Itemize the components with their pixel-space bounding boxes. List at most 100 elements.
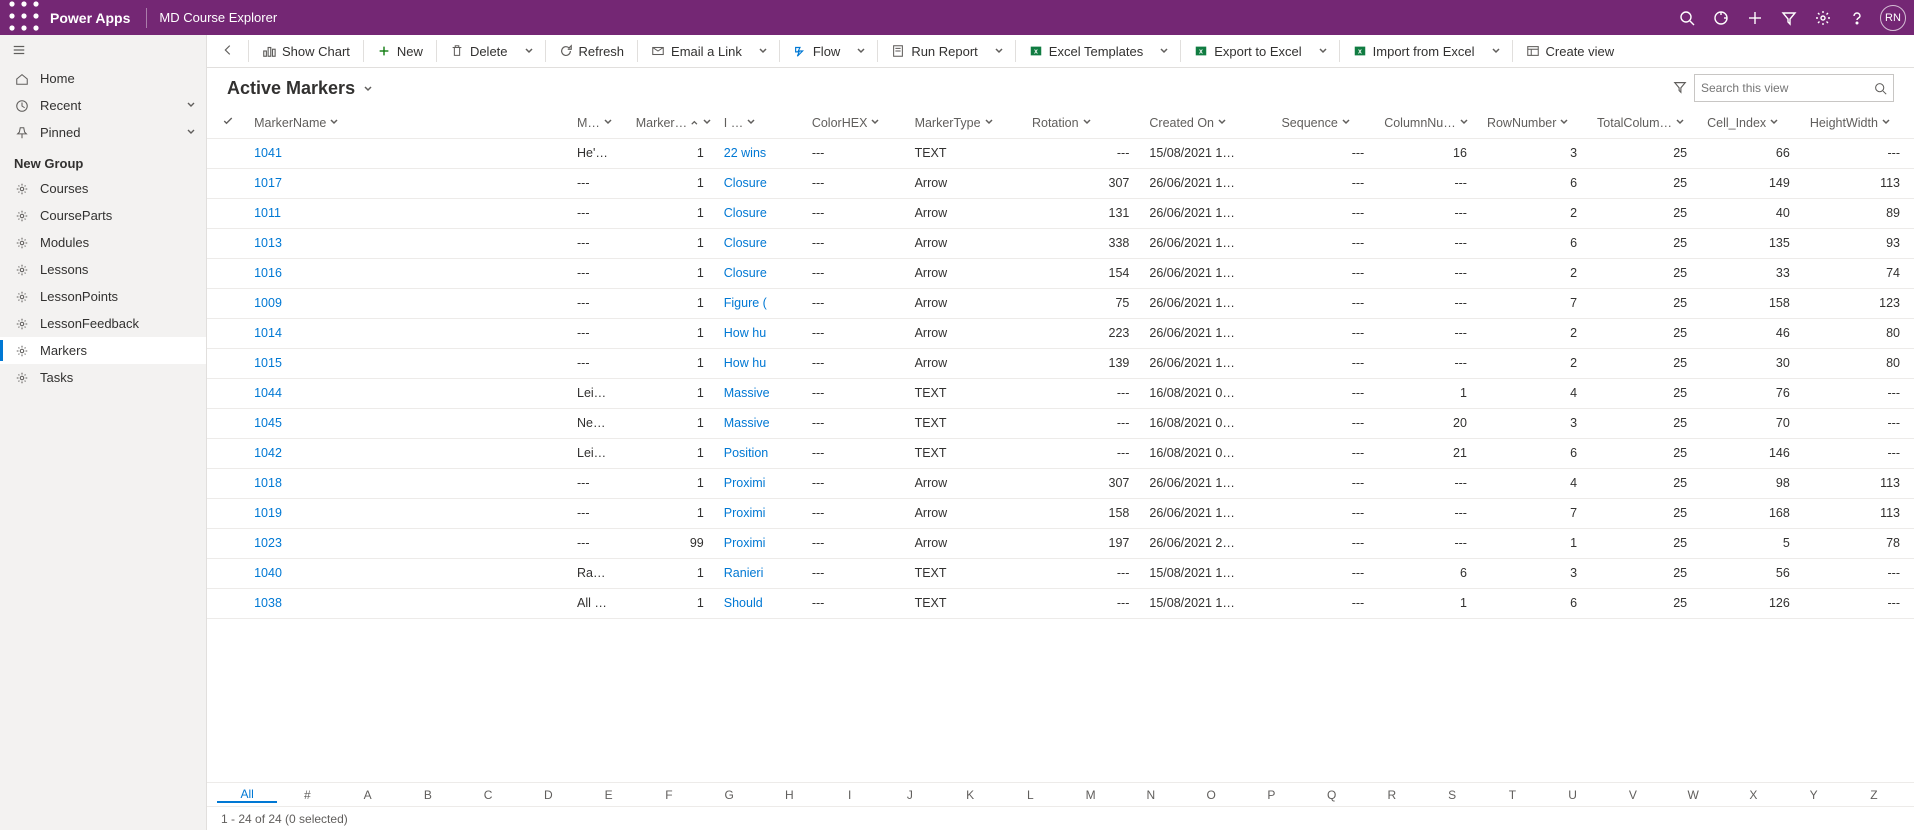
table-row[interactable]: 1038 All … 1 Should --- TEXT --- 15/08/2… [207,588,1914,618]
show-chart-button[interactable]: Show Chart [254,36,358,66]
run-report-button[interactable]: Run Report [883,36,985,66]
table-row[interactable]: 1023 --- 99 Proximi --- Arrow 197 26/06/… [207,528,1914,558]
report-dropdown[interactable] [988,44,1010,59]
alpha-filter-y[interactable]: Y [1784,788,1844,802]
table-row[interactable]: 1016 --- 1 Closure --- Arrow 154 26/06/2… [207,258,1914,288]
marker-link-cell[interactable]: Position [718,438,806,468]
column-header[interactable]: TotalColum… [1591,108,1701,138]
marker-name-cell[interactable]: 1013 [248,228,571,258]
table-row[interactable]: 1018 --- 1 Proximi --- Arrow 307 26/06/2… [207,468,1914,498]
table-row[interactable]: 1045 Ne… 1 Massive --- TEXT --- 16/08/20… [207,408,1914,438]
marker-name-cell[interactable]: 1038 [248,588,571,618]
marker-link-cell[interactable]: Figure ( [718,288,806,318]
sidebar-item-markers[interactable]: Markers [0,337,206,364]
row-checkbox[interactable] [207,588,248,618]
alpha-filter-t[interactable]: T [1482,788,1542,802]
sidebar-item-modules[interactable]: Modules [0,229,206,256]
table-row[interactable]: 1013 --- 1 Closure --- Arrow 338 26/06/2… [207,228,1914,258]
marker-link-cell[interactable]: Massive [718,378,806,408]
marker-name-cell[interactable]: 1042 [248,438,571,468]
alpha-filter-k[interactable]: K [940,788,1000,802]
alpha-filter-r[interactable]: R [1362,788,1422,802]
row-checkbox[interactable] [207,468,248,498]
table-row[interactable]: 1017 --- 1 Closure --- Arrow 307 26/06/2… [207,168,1914,198]
email-link-button[interactable]: Email a Link [643,36,750,66]
marker-name-cell[interactable]: 1045 [248,408,571,438]
alpha-filter-all[interactable]: All [217,787,277,803]
alpha-filter-w[interactable]: W [1663,788,1723,802]
marker-link-cell[interactable]: Closure [718,168,806,198]
user-avatar[interactable]: RN [1880,5,1906,31]
row-checkbox[interactable] [207,558,248,588]
filter-icon[interactable] [1772,1,1806,35]
column-header[interactable]: ColumnNu… [1378,108,1481,138]
marker-link-cell[interactable]: Proximi [718,528,806,558]
sidebar-item-courseparts[interactable]: CourseParts [0,202,206,229]
column-header[interactable]: Sequence [1275,108,1378,138]
column-header[interactable]: MarkerType [909,108,1026,138]
marker-link-cell[interactable]: Closure [718,228,806,258]
export-excel-button[interactable]: xExport to Excel [1186,36,1309,66]
marker-name-cell[interactable]: 1023 [248,528,571,558]
marker-link-cell[interactable]: Closure [718,258,806,288]
excel-templates-button[interactable]: xExcel Templates [1021,36,1151,66]
import-excel-button[interactable]: xImport from Excel [1345,36,1483,66]
import-dropdown[interactable] [1485,44,1507,59]
flow-dropdown[interactable] [850,44,872,59]
column-header[interactable]: Cell_Index [1701,108,1804,138]
alpha-filter-i[interactable]: I [820,788,880,802]
marker-link-cell[interactable]: Proximi [718,498,806,528]
sidebar-item-lessonfeedback[interactable]: LessonFeedback [0,310,206,337]
marker-name-cell[interactable]: 1018 [248,468,571,498]
alpha-filter-v[interactable]: V [1603,788,1663,802]
delete-button[interactable]: Delete [442,36,516,66]
sidebar-item-lessonpoints[interactable]: LessonPoints [0,283,206,310]
new-button[interactable]: New [369,36,431,66]
alpha-filter-d[interactable]: D [518,788,578,802]
refresh-button[interactable]: Refresh [551,36,633,66]
alpha-filter-f[interactable]: F [639,788,699,802]
settings-icon[interactable] [1806,1,1840,35]
alpha-filter-p[interactable]: P [1241,788,1301,802]
table-row[interactable]: 1042 Lei… 1 Position --- TEXT --- 16/08/… [207,438,1914,468]
row-checkbox[interactable] [207,528,248,558]
row-checkbox[interactable] [207,438,248,468]
sidebar-item-recent[interactable]: Recent [0,92,206,119]
table-row[interactable]: 1014 --- 1 How hu --- Arrow 223 26/06/20… [207,318,1914,348]
column-header[interactable]: I … [718,108,806,138]
column-header[interactable]: Marker… [630,108,718,138]
marker-name-cell[interactable]: 1014 [248,318,571,348]
export-dropdown[interactable] [1312,44,1334,59]
row-checkbox[interactable] [207,288,248,318]
row-checkbox[interactable] [207,408,248,438]
alpha-filter-z[interactable]: Z [1844,788,1904,802]
row-checkbox[interactable] [207,318,248,348]
marker-name-cell[interactable]: 1017 [248,168,571,198]
marker-link-cell[interactable]: Should [718,588,806,618]
row-checkbox[interactable] [207,348,248,378]
alpha-filter-m[interactable]: M [1061,788,1121,802]
sidebar-item-courses[interactable]: Courses [0,175,206,202]
search-view-box[interactable] [1694,74,1894,102]
column-header[interactable]: ColorHEX [806,108,909,138]
row-checkbox[interactable] [207,168,248,198]
view-filter-icon[interactable] [1666,80,1694,97]
flow-button[interactable]: Flow [785,36,848,66]
app-launcher-icon[interactable] [8,0,40,35]
email-dropdown[interactable] [752,44,774,59]
column-header[interactable]: RowNumber [1481,108,1591,138]
column-header[interactable]: Rotation [1026,108,1143,138]
sidebar-item-pinned[interactable]: Pinned [0,119,206,146]
select-all-checkbox[interactable] [207,108,248,138]
alpha-filter-j[interactable]: J [880,788,940,802]
marker-name-cell[interactable]: 1015 [248,348,571,378]
create-view-button[interactable]: Create view [1518,36,1623,66]
alpha-filter-e[interactable]: E [579,788,639,802]
alpha-filter-#[interactable]: # [277,788,337,802]
search-icon[interactable] [1670,1,1704,35]
delete-dropdown[interactable] [518,44,540,59]
alpha-filter-h[interactable]: H [759,788,819,802]
view-title-selector[interactable]: Active Markers [227,78,373,99]
alpha-filter-u[interactable]: U [1543,788,1603,802]
table-row[interactable]: 1009 --- 1 Figure ( --- Arrow 75 26/06/2… [207,288,1914,318]
